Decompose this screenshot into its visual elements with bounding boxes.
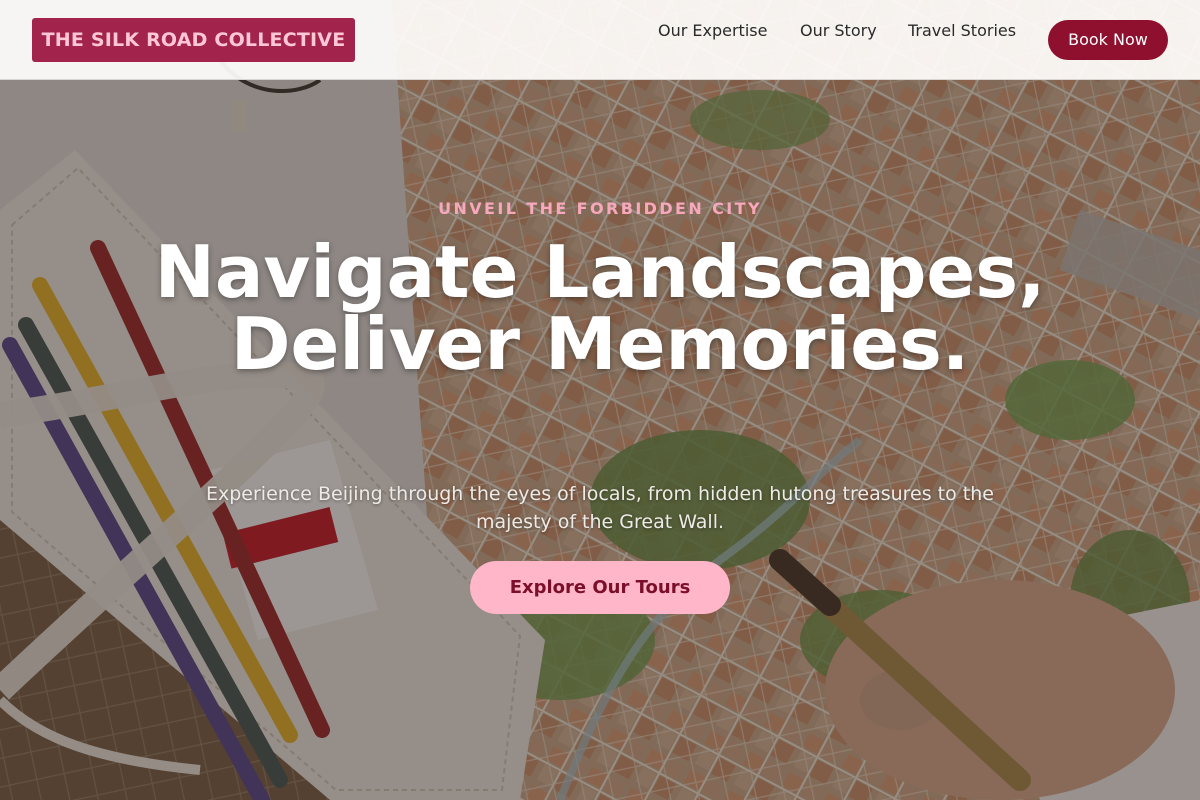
hero-eyebrow: UNVEIL THE FORBIDDEN CITY bbox=[438, 199, 762, 218]
book-now-button[interactable]: Book Now bbox=[1048, 20, 1168, 60]
hero-subtitle: Experience Beijing through the eyes of l… bbox=[206, 483, 994, 533]
nav-link-our-expertise[interactable]: Our Expertise bbox=[658, 21, 767, 40]
nav-link-our-story[interactable]: Our Story bbox=[800, 21, 877, 40]
hero-overlay bbox=[0, 80, 1200, 800]
explore-tours-button[interactable]: Explore Our Tours bbox=[470, 561, 730, 614]
brand-logo[interactable]: THE SILK ROAD COLLECTIVE bbox=[32, 18, 355, 62]
hero-headline: Navigate Landscapes, Deliver Memories. bbox=[154, 230, 1046, 386]
nav-link-travel-stories[interactable]: Travel Stories bbox=[908, 21, 1016, 40]
site-header: THE SILK ROAD COLLECTIVE Our Expertise O… bbox=[0, 0, 1200, 80]
page: THE SILK ROAD COLLECTIVE Our Expertise O… bbox=[0, 0, 1200, 800]
